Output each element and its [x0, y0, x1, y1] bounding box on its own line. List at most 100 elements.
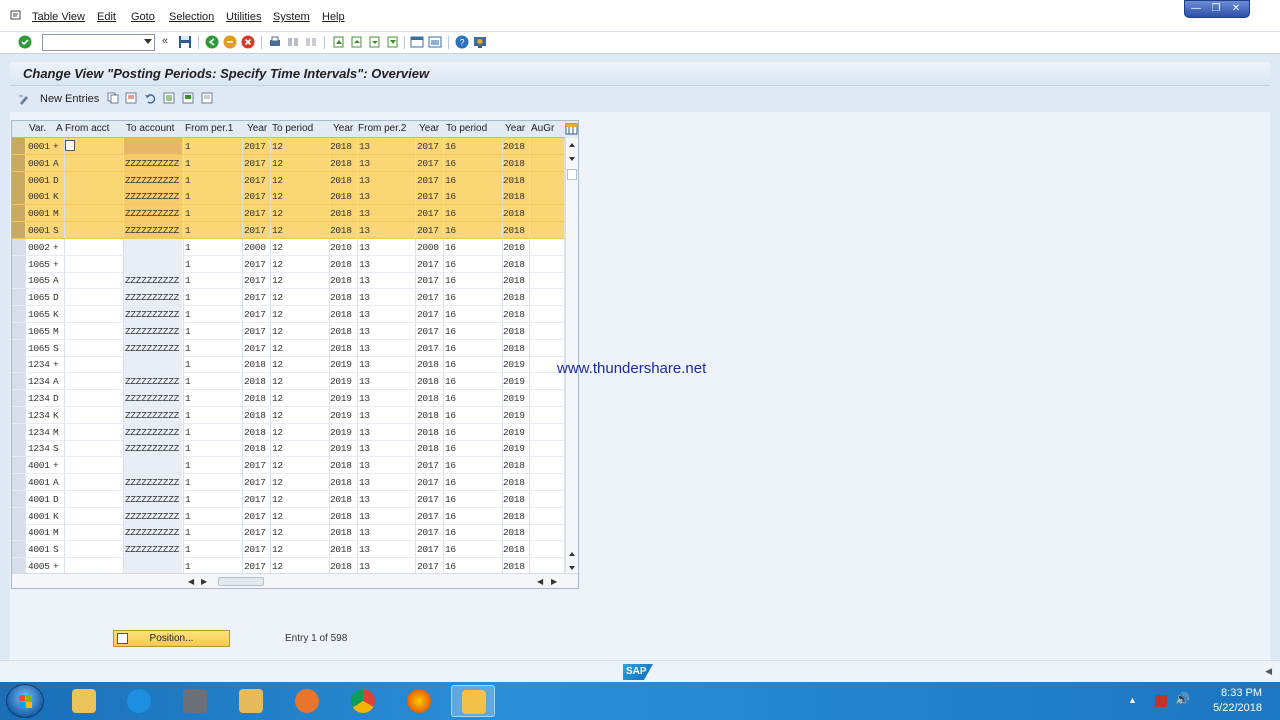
column-header[interactable]: From per.2 [358, 123, 406, 134]
cell-year-2[interactable]: 2018 [330, 141, 352, 152]
cell-from-period-2[interactable]: 13 [359, 141, 370, 152]
cell-year-3[interactable]: 2017 [417, 544, 439, 555]
cell-to-account[interactable]: ZZZZZZZZZZ [125, 443, 179, 454]
cell-year-1[interactable]: 2017 [244, 208, 266, 219]
cell-year-1[interactable]: 2017 [244, 544, 266, 555]
cell-to-period-1[interactable]: 12 [272, 359, 283, 370]
cell-from-period-1[interactable]: 1 [185, 292, 191, 303]
cell-to-period-2[interactable]: 16 [445, 326, 456, 337]
cell-year-4[interactable]: 2018 [503, 225, 525, 236]
cell-from-period-1[interactable]: 1 [185, 376, 191, 387]
cell-to-period-2[interactable]: 16 [445, 309, 456, 320]
table-row[interactable]: 1065 +1 2017 12 2018 13 2017 16 2018 [12, 255, 565, 273]
cell-year-1[interactable]: 2018 [244, 443, 266, 454]
menu-table-view[interactable]: Table View [32, 11, 85, 23]
cell-to-period-2[interactable]: 16 [445, 259, 456, 270]
cell-from-period-1[interactable]: 1 [185, 225, 191, 236]
cell-year-2[interactable]: 2018 [330, 527, 352, 538]
taskbar-chrome[interactable] [341, 685, 385, 717]
start-button[interactable] [6, 684, 44, 718]
scroll-thumb[interactable] [567, 169, 577, 180]
cell-year-3[interactable]: 2017 [417, 158, 439, 169]
tray-expand-icon[interactable]: ▲ [1128, 695, 1140, 707]
column-header[interactable]: To account [126, 123, 174, 134]
cell-year-4[interactable]: 2019 [503, 393, 525, 404]
new-session-icon[interactable] [410, 35, 424, 49]
column-header[interactable]: Year [247, 123, 267, 134]
cell-year-1[interactable]: 2018 [244, 376, 266, 387]
table-row[interactable]: 4001 K ZZZZZZZZZZ 1 2017 12 2018 13 2017 16 2018 [12, 507, 565, 525]
cell-year-1[interactable]: 2000 [244, 242, 266, 253]
cell-to-period-2[interactable]: 16 [445, 494, 456, 505]
cell-year-1[interactable]: 2017 [244, 259, 266, 270]
cell-year-2[interactable]: 2019 [330, 443, 352, 454]
cell-year-3[interactable]: 2017 [417, 275, 439, 286]
table-row[interactable]: 1065 K ZZZZZZZZZZ 1 2017 12 2018 13 2017 16 2018 [12, 306, 565, 323]
cell-year-4[interactable]: 2018 [503, 292, 525, 303]
cell-to-period-2[interactable]: 16 [445, 561, 456, 572]
cell-to-period-2[interactable]: 16 [445, 376, 456, 387]
last-page-icon[interactable] [385, 35, 399, 49]
table-settings-button[interactable] [565, 121, 578, 138]
cell-year-3[interactable]: 2017 [417, 225, 439, 236]
select-all-icon[interactable] [163, 92, 175, 104]
cell-from-period-1[interactable]: 1 [185, 191, 191, 202]
cell-year-1[interactable]: 2017 [244, 191, 266, 202]
cell-year-3[interactable]: 2017 [417, 477, 439, 488]
column-header[interactable]: AuGr [531, 123, 554, 134]
cell-year-2[interactable]: 2019 [330, 410, 352, 421]
cell-from-period-2[interactable]: 13 [359, 443, 370, 454]
cell-year-2[interactable]: 2019 [330, 359, 352, 370]
cell-year-3[interactable]: 2017 [417, 191, 439, 202]
cell-to-period-2[interactable]: 16 [445, 175, 456, 186]
cell-year-3[interactable]: 2017 [417, 494, 439, 505]
customize-layout-icon[interactable] [473, 35, 487, 49]
position-button[interactable]: Position... [113, 630, 230, 647]
scroll-right-icon[interactable]: ▶ [201, 577, 207, 586]
shortcut-icon[interactable] [428, 35, 442, 49]
menu-edit[interactable]: Edit [97, 11, 116, 23]
cell-year-3[interactable]: 2017 [417, 343, 439, 354]
cell-year-3[interactable]: 2000 [417, 242, 439, 253]
cell-from-period-1[interactable]: 1 [185, 410, 191, 421]
cell-year-3[interactable]: 2017 [417, 175, 439, 186]
cell-year-2[interactable]: 2018 [330, 343, 352, 354]
table-row[interactable]: 4001 A ZZZZZZZZZZ 1 2017 12 2018 13 2017 16 2018 [12, 474, 565, 491]
cell-to-period-1[interactable]: 12 [272, 225, 283, 236]
cell-year-1[interactable]: 2017 [244, 343, 266, 354]
cell-year-3[interactable]: 2017 [417, 292, 439, 303]
cell-from-period-2[interactable]: 13 [359, 359, 370, 370]
cell-year-1[interactable]: 2017 [244, 309, 266, 320]
cell-to-period-1[interactable]: 12 [272, 292, 283, 303]
cell-year-4[interactable]: 2018 [503, 309, 525, 320]
copy-as-icon[interactable] [107, 92, 119, 104]
cell-year-2[interactable]: 2018 [330, 292, 352, 303]
cell-to-period-2[interactable]: 16 [445, 393, 456, 404]
cell-to-account[interactable]: ZZZZZZZZZZ [125, 309, 179, 320]
cell-from-period-2[interactable]: 13 [359, 158, 370, 169]
cell-to-account[interactable]: ZZZZZZZZZZ [125, 376, 179, 387]
cell-year-4[interactable]: 2018 [503, 175, 525, 186]
cell-year-4[interactable]: 2019 [503, 443, 525, 454]
cell-from-period-2[interactable]: 13 [359, 393, 370, 404]
cell-from-period-2[interactable]: 13 [359, 326, 370, 337]
cell-to-period-1[interactable]: 12 [272, 208, 283, 219]
next-page-icon[interactable] [367, 35, 381, 49]
column-header[interactable]: Year [505, 123, 525, 134]
row-selector[interactable] [12, 188, 26, 205]
column-header[interactable]: Year [333, 123, 353, 134]
cell-year-1[interactable]: 2017 [244, 477, 266, 488]
row-selector[interactable] [12, 457, 26, 474]
scroll-right-end-icon[interactable]: ▶ [551, 577, 557, 586]
table-row[interactable]: 0001 M ZZZZZZZZZZ 1 2017 12 2018 13 2017 16 2018 [12, 205, 565, 223]
restore-icon[interactable]: ❐ [1209, 3, 1223, 15]
table-row[interactable]: 0001 +1 2017 12 2018 13 2017 16 2018 [12, 138, 565, 155]
table-row[interactable]: 4001 +1 2017 12 2018 13 2017 16 2018 [12, 457, 565, 475]
table-row[interactable]: 1065 A ZZZZZZZZZZ 1 2017 12 2018 13 2017 16 2018 [12, 272, 565, 290]
cell-year-2[interactable]: 2018 [330, 309, 352, 320]
enter-check-icon[interactable] [18, 35, 32, 49]
tray-clock[interactable]: 8:33 PM 5/22/2018 [1213, 686, 1262, 716]
cell-year-2[interactable]: 2019 [330, 393, 352, 404]
cell-to-account[interactable]: ZZZZZZZZZZ [125, 511, 179, 522]
cell-to-period-1[interactable]: 12 [272, 561, 283, 572]
